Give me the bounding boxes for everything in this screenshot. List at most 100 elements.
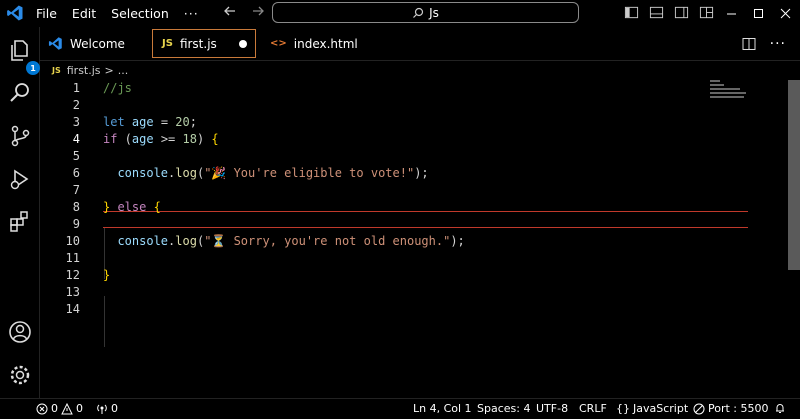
- broadcast-icon: [97, 404, 107, 414]
- punct-token: );: [414, 166, 429, 180]
- variable-token: age: [131, 115, 154, 129]
- close-icon: [780, 8, 791, 19]
- customize-layout-icon[interactable]: [699, 5, 714, 20]
- layout-controls: [624, 5, 714, 20]
- error-count: 0: [51, 402, 58, 415]
- files-icon: [11, 40, 28, 61]
- line-number: 8: [72, 200, 80, 214]
- line-number: 2: [72, 98, 80, 112]
- ports-count: 0: [111, 402, 118, 415]
- end-of-line[interactable]: CRLF: [579, 402, 607, 415]
- forward-arrow-icon[interactable]: [250, 3, 266, 19]
- keyword-token: if: [103, 132, 118, 146]
- code-editor[interactable]: 1 //js 2 3 let age = 20; 4 if (age >= 18…: [40, 80, 788, 398]
- line-number: 10: [65, 234, 80, 248]
- line-number: 1: [72, 81, 80, 95]
- tab-label: index.html: [293, 36, 358, 51]
- punct-token: ): [196, 132, 212, 146]
- run-debug-button[interactable]: [7, 166, 33, 192]
- editor-tab-bar: Welcome JS first.js <> index.html ···: [40, 27, 800, 61]
- code-line-8: 8 } else {: [40, 199, 788, 216]
- vscode-icon: [48, 37, 62, 50]
- brace-token: {: [153, 200, 161, 214]
- number-token: 18: [182, 132, 197, 146]
- keyword-token: else: [110, 200, 154, 214]
- encoding[interactable]: UTF-8: [536, 402, 568, 415]
- code-line-4: 4 if (age >= 18) {: [40, 131, 788, 148]
- warning-count: 0: [76, 402, 83, 415]
- explorer-button[interactable]: 1: [7, 37, 40, 75]
- menu-more[interactable]: ···: [184, 6, 199, 21]
- line-number: 4: [72, 132, 80, 146]
- tab-index-html[interactable]: <> index.html: [268, 29, 378, 58]
- brace-token: }: [103, 268, 111, 282]
- indentation[interactable]: Spaces: 4: [477, 402, 530, 415]
- back-arrow-icon[interactable]: [222, 3, 238, 19]
- menu-selection[interactable]: Selection: [111, 6, 169, 21]
- live-server-port[interactable]: Port : 5500: [693, 402, 769, 415]
- toggle-primary-sidebar-icon[interactable]: [624, 5, 639, 20]
- code-line-6: 6 console.log("🎉 You're eligible to vote…: [40, 165, 788, 182]
- title-bar: File Edit Selection ··· Js: [0, 0, 800, 27]
- line-number: 12: [65, 268, 80, 282]
- code-line-13: 13: [40, 284, 788, 301]
- unsaved-dot-icon[interactable]: [239, 40, 247, 48]
- gear-icon: [10, 365, 30, 385]
- tab-label: Welcome: [70, 36, 125, 51]
- vertical-scrollbar[interactable]: [788, 80, 800, 270]
- js-file-icon: JS: [52, 66, 61, 75]
- search-text: Js: [429, 5, 439, 20]
- html-file-icon: <>: [270, 38, 287, 49]
- accounts-button[interactable]: [7, 319, 33, 345]
- js-file-icon: JS: [162, 38, 173, 49]
- activity-bar: 1: [0, 27, 40, 398]
- code-line-14: 14: [40, 301, 788, 318]
- warning-icon: [61, 402, 73, 414]
- breadcrumb-separator: >: [104, 64, 114, 77]
- line-number: 13: [65, 285, 80, 299]
- menu-edit[interactable]: Edit: [72, 6, 96, 21]
- code-line-2: 2: [40, 97, 788, 114]
- minimap[interactable]: [710, 80, 770, 120]
- code-line-10: 10 console.log("⏳ Sorry, you're not old …: [40, 233, 788, 250]
- split-editor-icon[interactable]: [742, 37, 756, 51]
- number-token: 20: [175, 115, 190, 129]
- string-token: "⏳ Sorry, you're not old enough.": [204, 234, 451, 248]
- source-control-button[interactable]: [7, 123, 33, 149]
- language-mode[interactable]: {} JavaScript: [616, 402, 688, 415]
- window-controls: [718, 0, 799, 27]
- search-view-button[interactable]: [7, 80, 33, 106]
- cursor-position[interactable]: Ln 4, Col 1: [413, 402, 472, 415]
- object-token: console: [117, 234, 169, 248]
- notifications-button[interactable]: [774, 402, 786, 414]
- tab-actions: ···: [742, 27, 800, 61]
- operator-token: >=: [153, 132, 183, 146]
- line-number: 7: [72, 183, 80, 197]
- close-button[interactable]: [772, 0, 799, 27]
- minimize-button[interactable]: [718, 0, 745, 27]
- status-bar: 0 0 0 Ln 4, Col 1 Spaces: 4 UTF-8 CRLF {…: [0, 398, 800, 419]
- menu-file[interactable]: File: [36, 6, 57, 21]
- manage-button[interactable]: [7, 362, 33, 388]
- line-number: 3: [72, 115, 80, 129]
- line-number: 6: [72, 166, 80, 180]
- extensions-button[interactable]: [7, 209, 33, 235]
- tab-first-js[interactable]: JS first.js: [152, 29, 256, 58]
- more-actions-icon[interactable]: ···: [770, 36, 786, 52]
- maximize-button[interactable]: [745, 0, 772, 27]
- tab-welcome[interactable]: Welcome: [48, 29, 148, 58]
- problems-indicator[interactable]: 0 0: [36, 402, 83, 415]
- toggle-secondary-sidebar-icon[interactable]: [674, 5, 689, 20]
- toggle-panel-icon[interactable]: [649, 5, 664, 20]
- string-token: "🎉 You're eligible to vote!": [204, 166, 415, 180]
- port-label: Port : 5500: [708, 402, 769, 415]
- punct-token: (: [117, 132, 132, 146]
- breadcrumb-file[interactable]: first.js: [67, 64, 101, 77]
- command-center-search[interactable]: Js: [272, 2, 579, 23]
- error-icon: [36, 403, 48, 414]
- comment-token: //js: [103, 81, 132, 95]
- maximize-icon: [754, 9, 763, 18]
- ports-indicator[interactable]: 0: [96, 402, 118, 415]
- breadcrumb-more[interactable]: ...: [118, 64, 129, 77]
- code-line-12: 12 }: [40, 267, 788, 284]
